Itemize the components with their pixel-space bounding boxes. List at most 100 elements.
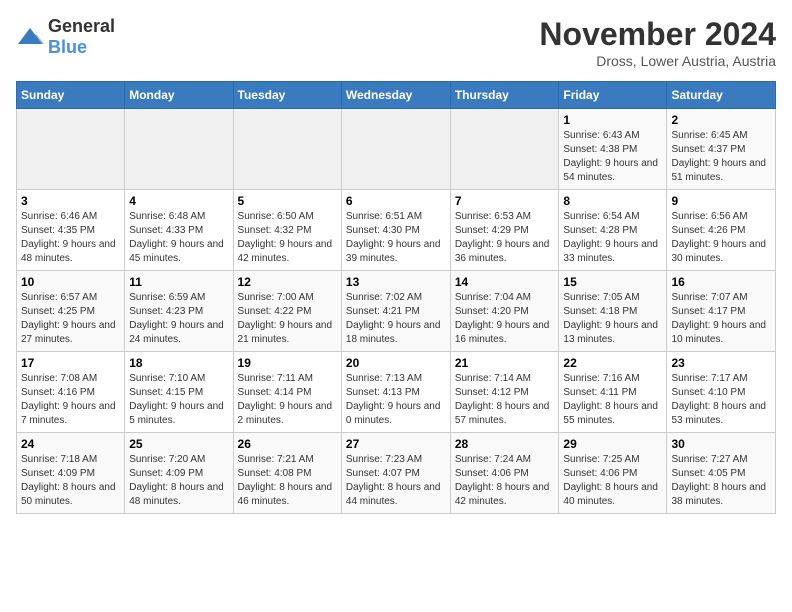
day-number: 25 <box>129 437 228 451</box>
day-info: Sunrise: 7:16 AMSunset: 4:11 PMDaylight:… <box>563 372 662 428</box>
day-info: Sunrise: 6:45 AMSunset: 4:37 PMDaylight:… <box>671 129 771 185</box>
day-info: Sunrise: 7:23 AMSunset: 4:07 PMDaylight:… <box>346 453 446 509</box>
day-number: 15 <box>563 275 662 289</box>
day-info: Sunrise: 6:43 AMSunset: 4:38 PMDaylight:… <box>563 129 662 185</box>
calendar-week-row: 17 Sunrise: 7:08 AMSunset: 4:16 PMDaylig… <box>17 352 776 433</box>
day-info: Sunrise: 6:53 AMSunset: 4:29 PMDaylight:… <box>455 210 555 266</box>
table-row <box>233 109 341 190</box>
calendar-week-row: 3 Sunrise: 6:46 AMSunset: 4:35 PMDayligh… <box>17 190 776 271</box>
day-info: Sunrise: 6:50 AMSunset: 4:32 PMDaylight:… <box>238 210 337 266</box>
day-info: Sunrise: 7:04 AMSunset: 4:20 PMDaylight:… <box>455 291 555 347</box>
table-row: 1 Sunrise: 6:43 AMSunset: 4:38 PMDayligh… <box>559 109 667 190</box>
day-info: Sunrise: 7:24 AMSunset: 4:06 PMDaylight:… <box>455 453 555 509</box>
day-number: 11 <box>129 275 228 289</box>
day-info: Sunrise: 7:20 AMSunset: 4:09 PMDaylight:… <box>129 453 228 509</box>
weekday-header-row: Sunday Monday Tuesday Wednesday Thursday… <box>17 82 776 109</box>
day-info: Sunrise: 7:11 AMSunset: 4:14 PMDaylight:… <box>238 372 337 428</box>
day-number: 7 <box>455 194 555 208</box>
table-row <box>450 109 559 190</box>
table-row: 20 Sunrise: 7:13 AMSunset: 4:13 PMDaylig… <box>341 352 450 433</box>
table-row <box>341 109 450 190</box>
table-row: 24 Sunrise: 7:18 AMSunset: 4:09 PMDaylig… <box>17 433 125 514</box>
logo-blue: Blue <box>48 37 87 57</box>
table-row: 7 Sunrise: 6:53 AMSunset: 4:29 PMDayligh… <box>450 190 559 271</box>
calendar-week-row: 24 Sunrise: 7:18 AMSunset: 4:09 PMDaylig… <box>17 433 776 514</box>
table-row: 9 Sunrise: 6:56 AMSunset: 4:26 PMDayligh… <box>667 190 776 271</box>
table-row: 12 Sunrise: 7:00 AMSunset: 4:22 PMDaylig… <box>233 271 341 352</box>
day-info: Sunrise: 7:17 AMSunset: 4:10 PMDaylight:… <box>671 372 771 428</box>
day-number: 8 <box>563 194 662 208</box>
table-row: 26 Sunrise: 7:21 AMSunset: 4:08 PMDaylig… <box>233 433 341 514</box>
day-number: 21 <box>455 356 555 370</box>
table-row: 5 Sunrise: 6:50 AMSunset: 4:32 PMDayligh… <box>233 190 341 271</box>
day-info: Sunrise: 7:14 AMSunset: 4:12 PMDaylight:… <box>455 372 555 428</box>
table-row: 17 Sunrise: 7:08 AMSunset: 4:16 PMDaylig… <box>17 352 125 433</box>
day-info: Sunrise: 6:59 AMSunset: 4:23 PMDaylight:… <box>129 291 228 347</box>
day-number: 19 <box>238 356 337 370</box>
table-row <box>17 109 125 190</box>
table-row: 18 Sunrise: 7:10 AMSunset: 4:15 PMDaylig… <box>125 352 233 433</box>
logo-icon <box>16 26 44 48</box>
day-info: Sunrise: 6:54 AMSunset: 4:28 PMDaylight:… <box>563 210 662 266</box>
table-row: 22 Sunrise: 7:16 AMSunset: 4:11 PMDaylig… <box>559 352 667 433</box>
calendar-table: Sunday Monday Tuesday Wednesday Thursday… <box>16 81 776 514</box>
day-number: 22 <box>563 356 662 370</box>
logo-general: General <box>48 16 115 36</box>
table-row: 23 Sunrise: 7:17 AMSunset: 4:10 PMDaylig… <box>667 352 776 433</box>
day-info: Sunrise: 7:13 AMSunset: 4:13 PMDaylight:… <box>346 372 446 428</box>
day-number: 3 <box>21 194 120 208</box>
day-number: 16 <box>671 275 771 289</box>
logo: General Blue <box>16 16 115 58</box>
day-number: 30 <box>671 437 771 451</box>
day-number: 29 <box>563 437 662 451</box>
table-row: 4 Sunrise: 6:48 AMSunset: 4:33 PMDayligh… <box>125 190 233 271</box>
day-number: 2 <box>671 113 771 127</box>
table-row: 11 Sunrise: 6:59 AMSunset: 4:23 PMDaylig… <box>125 271 233 352</box>
day-number: 4 <box>129 194 228 208</box>
header-friday: Friday <box>559 82 667 109</box>
table-row: 28 Sunrise: 7:24 AMSunset: 4:06 PMDaylig… <box>450 433 559 514</box>
day-number: 1 <box>563 113 662 127</box>
day-number: 28 <box>455 437 555 451</box>
day-number: 17 <box>21 356 120 370</box>
day-info: Sunrise: 7:10 AMSunset: 4:15 PMDaylight:… <box>129 372 228 428</box>
day-info: Sunrise: 7:25 AMSunset: 4:06 PMDaylight:… <box>563 453 662 509</box>
day-number: 10 <box>21 275 120 289</box>
day-info: Sunrise: 6:46 AMSunset: 4:35 PMDaylight:… <box>21 210 120 266</box>
location-title: Dross, Lower Austria, Austria <box>539 53 776 69</box>
day-number: 26 <box>238 437 337 451</box>
table-row: 14 Sunrise: 7:04 AMSunset: 4:20 PMDaylig… <box>450 271 559 352</box>
day-info: Sunrise: 6:56 AMSunset: 4:26 PMDaylight:… <box>671 210 771 266</box>
table-row: 27 Sunrise: 7:23 AMSunset: 4:07 PMDaylig… <box>341 433 450 514</box>
table-row: 25 Sunrise: 7:20 AMSunset: 4:09 PMDaylig… <box>125 433 233 514</box>
day-info: Sunrise: 7:08 AMSunset: 4:16 PMDaylight:… <box>21 372 120 428</box>
table-row: 8 Sunrise: 6:54 AMSunset: 4:28 PMDayligh… <box>559 190 667 271</box>
day-number: 18 <box>129 356 228 370</box>
day-number: 14 <box>455 275 555 289</box>
table-row: 19 Sunrise: 7:11 AMSunset: 4:14 PMDaylig… <box>233 352 341 433</box>
day-info: Sunrise: 6:57 AMSunset: 4:25 PMDaylight:… <box>21 291 120 347</box>
header-wednesday: Wednesday <box>341 82 450 109</box>
day-number: 5 <box>238 194 337 208</box>
day-number: 23 <box>671 356 771 370</box>
day-info: Sunrise: 7:00 AMSunset: 4:22 PMDaylight:… <box>238 291 337 347</box>
day-number: 6 <box>346 194 446 208</box>
header-saturday: Saturday <box>667 82 776 109</box>
calendar-week-row: 1 Sunrise: 6:43 AMSunset: 4:38 PMDayligh… <box>17 109 776 190</box>
header-monday: Monday <box>125 82 233 109</box>
day-info: Sunrise: 7:02 AMSunset: 4:21 PMDaylight:… <box>346 291 446 347</box>
table-row: 15 Sunrise: 7:05 AMSunset: 4:18 PMDaylig… <box>559 271 667 352</box>
header-thursday: Thursday <box>450 82 559 109</box>
table-row: 10 Sunrise: 6:57 AMSunset: 4:25 PMDaylig… <box>17 271 125 352</box>
table-row <box>125 109 233 190</box>
table-row: 13 Sunrise: 7:02 AMSunset: 4:21 PMDaylig… <box>341 271 450 352</box>
calendar-week-row: 10 Sunrise: 6:57 AMSunset: 4:25 PMDaylig… <box>17 271 776 352</box>
table-row: 30 Sunrise: 7:27 AMSunset: 4:05 PMDaylig… <box>667 433 776 514</box>
table-row: 3 Sunrise: 6:46 AMSunset: 4:35 PMDayligh… <box>17 190 125 271</box>
day-number: 20 <box>346 356 446 370</box>
day-number: 9 <box>671 194 771 208</box>
title-area: November 2024 Dross, Lower Austria, Aust… <box>539 16 776 69</box>
day-info: Sunrise: 7:27 AMSunset: 4:05 PMDaylight:… <box>671 453 771 509</box>
month-title: November 2024 <box>539 16 776 53</box>
day-number: 24 <box>21 437 120 451</box>
